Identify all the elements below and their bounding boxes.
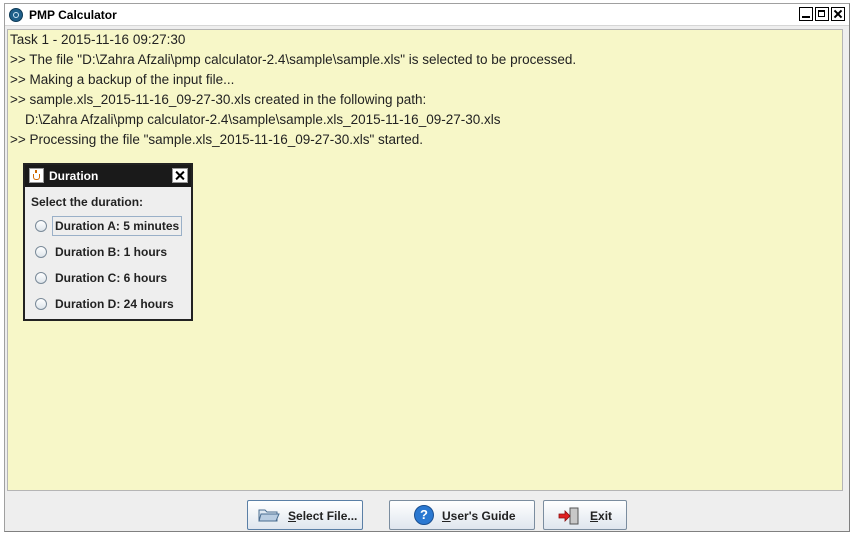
users-guide-label: User's Guide [442, 509, 516, 523]
dialog-close-button[interactable] [172, 168, 188, 183]
exit-button[interactable]: Exit [543, 500, 627, 530]
log-line: >> The file "D:\Zahra Afzali\pmp calcula… [10, 52, 577, 67]
duration-dialog: Duration Select the duration: Duration A… [23, 163, 193, 321]
exit-label: Exit [590, 509, 613, 523]
radio-label: Duration A: 5 minutes [52, 216, 183, 236]
radio-label: Duration C: 6 hours [55, 271, 168, 285]
log-line: D:\Zahra Afzali\pmp calculator-2.4\sampl… [10, 112, 501, 127]
close-window-button[interactable] [831, 7, 845, 21]
radio-label: Duration D: 24 hours [55, 297, 174, 311]
radio-duration-d[interactable]: Duration D: 24 hours [30, 293, 185, 315]
radio-button[interactable] [35, 220, 47, 232]
log-line: >> sample.xls_2015-11-16_09-27-30.xls cr… [10, 92, 427, 107]
dialog-title-bar[interactable]: Duration [25, 165, 191, 187]
radio-button[interactable] [35, 246, 47, 258]
dialog-prompt: Select the duration: [31, 195, 144, 209]
radio-button[interactable] [35, 272, 47, 284]
title-bar[interactable]: PMP Calculator [5, 4, 849, 26]
button-bar: Select File... ? User's Guide Exit [5, 496, 849, 532]
window-title: PMP Calculator [29, 8, 117, 22]
app-globe-icon [9, 8, 23, 22]
dialog-title: Duration [49, 169, 99, 183]
log-line: Task 1 - 2015-11-16 09:27:30 [10, 32, 186, 47]
exit-door-icon [558, 507, 579, 525]
log-line: >> Processing the file "sample.xls_2015-… [10, 132, 424, 147]
radio-duration-c[interactable]: Duration C: 6 hours [30, 267, 185, 289]
radio-duration-b[interactable]: Duration B: 1 hours [30, 241, 185, 263]
radio-duration-a[interactable]: Duration A: 5 minutes [30, 215, 185, 237]
radio-label: Duration B: 1 hours [55, 245, 168, 259]
maximize-button[interactable] [815, 7, 829, 21]
users-guide-button[interactable]: ? User's Guide [389, 500, 535, 530]
folder-open-icon [258, 509, 280, 522]
java-cup-icon [29, 168, 44, 183]
minimize-button[interactable] [799, 7, 813, 21]
radio-button[interactable] [35, 298, 47, 310]
help-question-icon: ? [414, 505, 434, 525]
select-file-button[interactable]: Select File... [247, 500, 363, 530]
log-line: >> Making a backup of the input file... [10, 72, 235, 87]
select-file-label: Select File... [288, 509, 358, 523]
